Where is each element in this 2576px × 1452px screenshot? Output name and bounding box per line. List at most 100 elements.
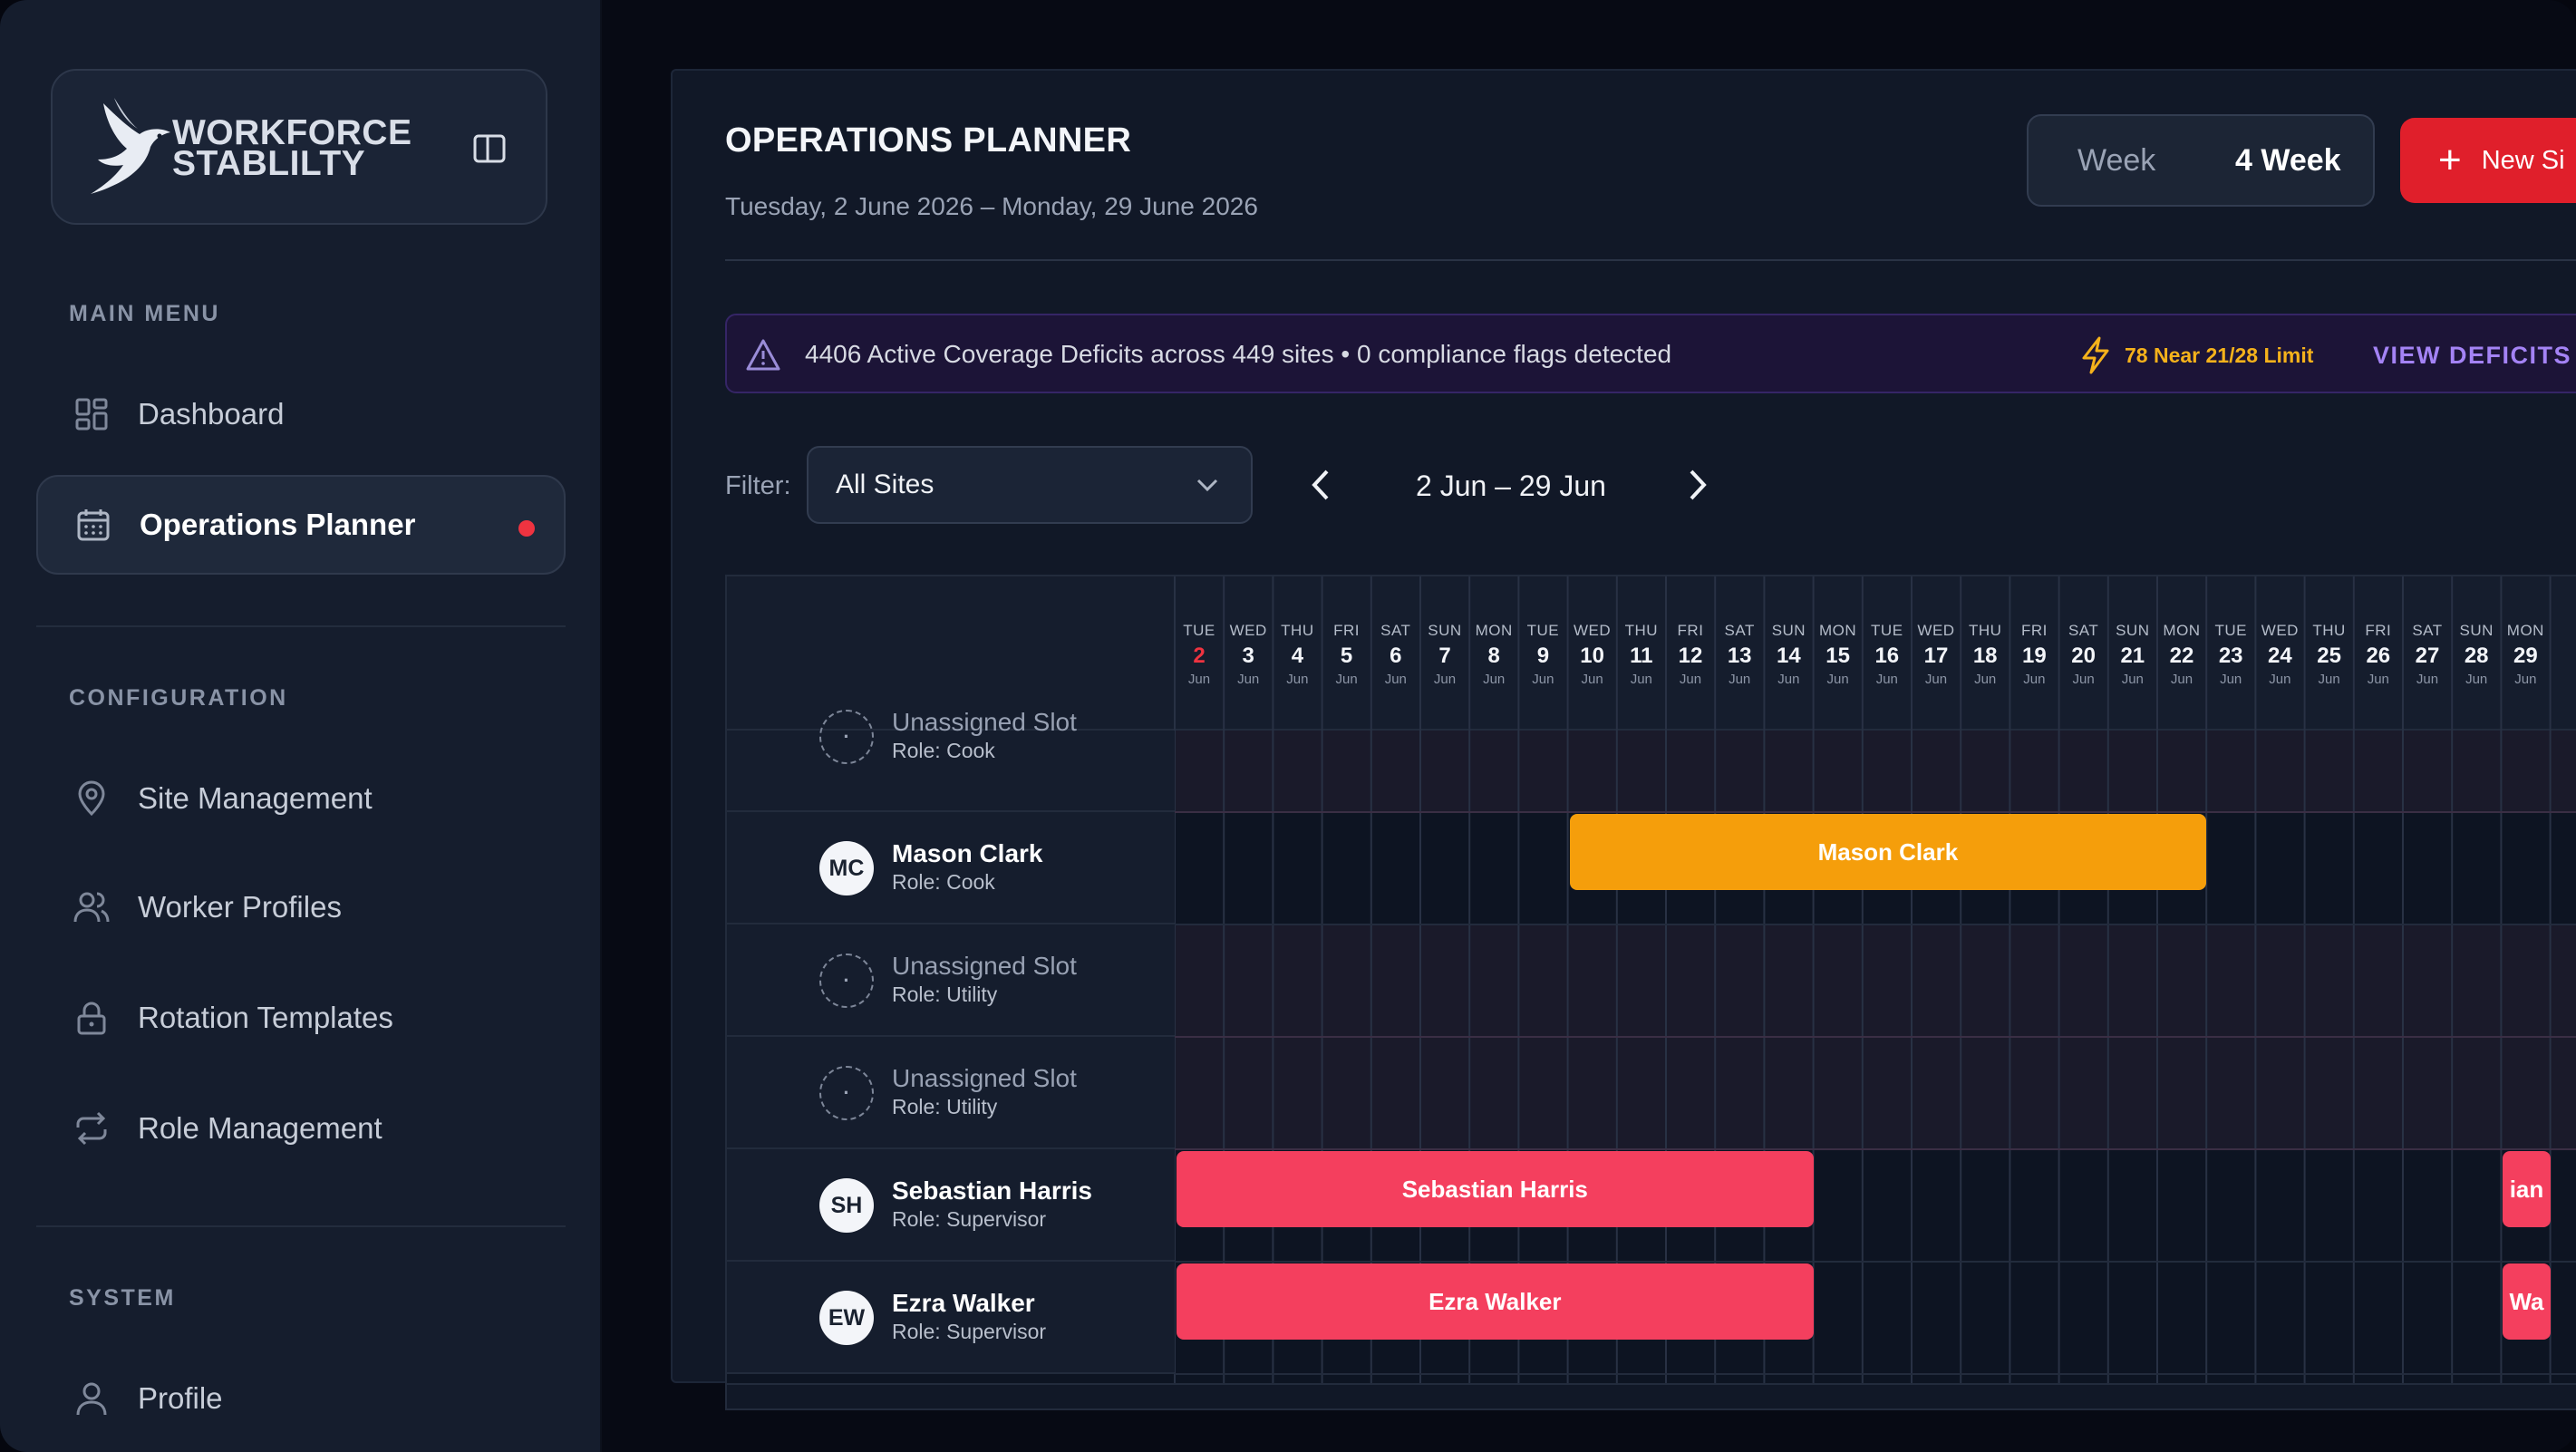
row-name: Mason Clark [892,839,1043,867]
day-header: FRI 5 Jun [1322,622,1371,687]
day-of-week: MON [2506,622,2544,639]
empty-slot-icon: · [819,710,874,764]
day-number: 10 [1580,644,1604,668]
day-of-week: TUE [2214,622,2247,639]
day-month: Jun [1729,672,1751,687]
day-header: TUE 2 Jun [1175,622,1224,687]
horizontal-scrollbar[interactable] [725,1385,2576,1410]
new-site-button[interactable]: + New Si [2400,118,2576,203]
day-month: Jun [2367,672,2389,687]
day-month: Jun [1581,672,1603,687]
day-month: Jun [1630,672,1652,687]
day-of-week: WED [1229,622,1267,639]
day-number: 4 [1291,644,1304,668]
day-header: WED 10 Jun [1568,622,1617,687]
sidebar-item-profile[interactable]: Profile [36,1349,566,1448]
day-number: 6 [1390,644,1402,668]
warning-icon [746,339,780,371]
day-of-week: TUE [1871,622,1903,639]
day-month: Jun [1532,672,1554,687]
row-role: Role: Cook [892,870,995,894]
shift-bar[interactable]: Sebastian Harris [1177,1151,1814,1227]
next-period-icon[interactable] [1682,462,1713,508]
sidebar-item-role-management[interactable]: Role Management [36,1079,566,1178]
worker-row-label[interactable]: SH Sebastian Harris Role: Supervisor [727,1149,1175,1262]
sidebar-item-site-management[interactable]: Site Management [36,749,566,848]
user-icon [76,1382,107,1416]
unassigned-slot-row[interactable]: · Unassigned Slot Role: Utility [727,1037,1175,1149]
day-number: 11 [1630,644,1653,668]
repeat-icon [76,1111,107,1146]
row-name: Sebastian Harris [892,1176,1092,1205]
day-number: 13 [1727,644,1752,668]
row-role: Role: Cook [892,739,995,762]
view-option-4-week[interactable]: 4 Week [2235,143,2341,179]
day-month: Jun [2416,672,2439,687]
day-month: Jun [1286,672,1309,687]
day-of-week: SAT [1380,622,1411,639]
plus-icon: + [2438,138,2462,182]
filter-label: Filter: [725,471,791,500]
day-month: Jun [2318,672,2340,687]
day-header: WED 3 Jun [1224,622,1273,687]
worker-row-label[interactable]: EW Ezra Walker Role: Supervisor [727,1262,1175,1374]
day-number: 23 [2218,644,2243,668]
sidebar-item-operations-planner[interactable]: Operations Planner [36,475,566,575]
brand-line-2: STABLILTY [172,144,366,183]
day-month: Jun [1433,672,1457,687]
unassigned-slot-row[interactable]: · Unassigned Slot Role: Utility [727,924,1175,1037]
sidebar-divider [36,625,566,627]
day-number: 18 [1972,644,1998,668]
avatar: EW [819,1291,874,1345]
prev-period-icon[interactable] [1305,462,1336,508]
near-limit-count: 78 Near 21/28 Limit [2125,344,2314,367]
sidebar-item-label: Role Management [138,1111,383,1145]
section-system: SYSTEM [69,1285,176,1311]
date-range-subtitle: Tuesday, 2 June 2026 – Monday, 29 June 2… [725,192,1258,220]
empty-slot-icon: · [819,953,874,1008]
day-header: SUN 14 Jun [1764,622,1813,687]
day-header: MON 8 Jun [1469,622,1518,687]
day-number: 2 [1193,644,1206,668]
new-site-label: New Si [2481,145,2565,175]
view-deficits-link[interactable]: VIEW DEFICITS - [2373,342,2576,370]
day-header: WED 17 Jun [1912,622,1961,687]
row-role: Role: Utility [892,1095,998,1118]
site-filter-select[interactable]: All Sites [807,446,1253,524]
lightning-icon [2082,336,2109,374]
day-number: 22 [2169,644,2194,668]
users-icon [73,892,110,923]
shift-bar[interactable]: ian [2503,1151,2551,1227]
shift-bar[interactable]: Mason Clark [1569,814,2207,890]
day-month: Jun [1974,672,1997,687]
app-window: WORKFORCE STABLILTY MAIN MENU Dashboard [0,0,2576,1452]
sidebar-toggle-icon[interactable] [471,131,508,167]
worker-row-label[interactable]: MC Mason Clark Role: Cook [727,812,1175,924]
shift-bar[interactable]: Ezra Walker [1177,1263,1814,1340]
day-of-week: SUN [1428,622,1462,639]
day-month: Jun [2121,672,2144,687]
sidebar-item-worker-profiles[interactable]: Worker Profiles [36,857,566,957]
day-of-week: THU [2312,622,2346,639]
day-number: 7 [1438,644,1451,668]
day-number: 24 [2268,644,2292,668]
sidebar-item-dashboard[interactable]: Dashboard [36,364,566,464]
sidebar-item-rotation-templates[interactable]: Rotation Templates [36,968,566,1068]
empty-slot-icon: · [819,1066,874,1120]
day-of-week: FRI [1333,622,1361,639]
row-name: Unassigned Slot [892,1064,1077,1092]
day-of-week: WED [1574,622,1612,639]
day-month: Jun [2220,672,2242,687]
day-of-week: THU [1281,622,1314,639]
view-option-week[interactable]: Week [2077,143,2155,179]
shift-bar[interactable]: Wa [2503,1263,2551,1340]
row-name: Ezra Walker [892,1289,1035,1317]
day-month: Jun [1187,672,1211,687]
day-of-week: SUN [2116,622,2150,639]
sidebar-item-label: Operations Planner [140,508,416,541]
unassigned-slot-row[interactable]: · Unassigned Slot Role: Cook [727,708,1175,812]
day-header: MON 15 Jun [1814,622,1863,687]
notification-dot [518,520,535,537]
row-role: Role: Supervisor [892,1207,1047,1231]
row-role: Role: Utility [892,983,998,1006]
